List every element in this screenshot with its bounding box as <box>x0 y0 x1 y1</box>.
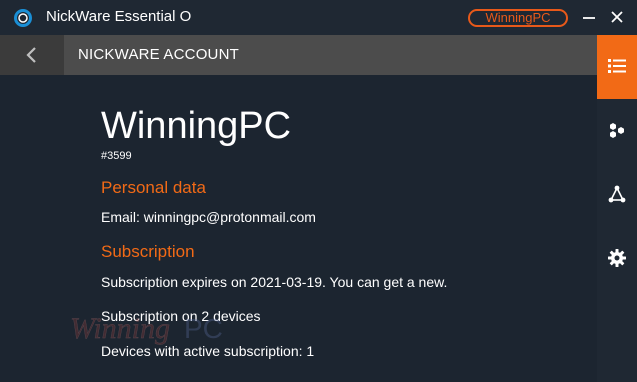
sidebar-item-account[interactable] <box>597 35 637 99</box>
hexagons-icon <box>610 123 624 138</box>
close-icon[interactable] <box>608 8 626 26</box>
sidebar-item-modules[interactable] <box>597 99 637 163</box>
svg-text:Winning: Winning <box>70 312 170 345</box>
page-header: NICKWARE ACCOUNT <box>0 35 597 75</box>
chevron-left-icon <box>26 47 36 63</box>
sidebar-item-network[interactable] <box>597 163 637 227</box>
list-icon <box>608 59 626 73</box>
personal-data-heading: Personal data <box>101 178 206 197</box>
page-title: NICKWARE ACCOUNT <box>78 46 239 63</box>
email-line: Email: winningpc@protonmail.com <box>101 209 316 225</box>
back-button[interactable] <box>0 35 64 75</box>
gear-icon <box>608 249 626 267</box>
app-logo-icon <box>14 9 32 27</box>
subscription-expiry-line: Subscription expires on 2021-03-19. You … <box>101 274 448 290</box>
right-sidebar <box>597 35 637 382</box>
watermark-logo: Winning PC <box>70 312 223 345</box>
sidebar-item-settings[interactable] <box>597 227 637 291</box>
svg-text:PC: PC <box>184 313 223 344</box>
account-id: #3599 <box>101 150 132 162</box>
account-name: WinningPC <box>101 105 292 147</box>
minimize-icon[interactable] <box>580 8 598 26</box>
subscription-heading: Subscription <box>101 242 195 261</box>
network-icon <box>608 185 626 203</box>
account-badge-button[interactable]: WinningPC <box>468 9 568 27</box>
title-bar: NickWare Essential O WinningPC <box>0 0 637 35</box>
app-title: NickWare Essential O <box>46 8 192 25</box>
